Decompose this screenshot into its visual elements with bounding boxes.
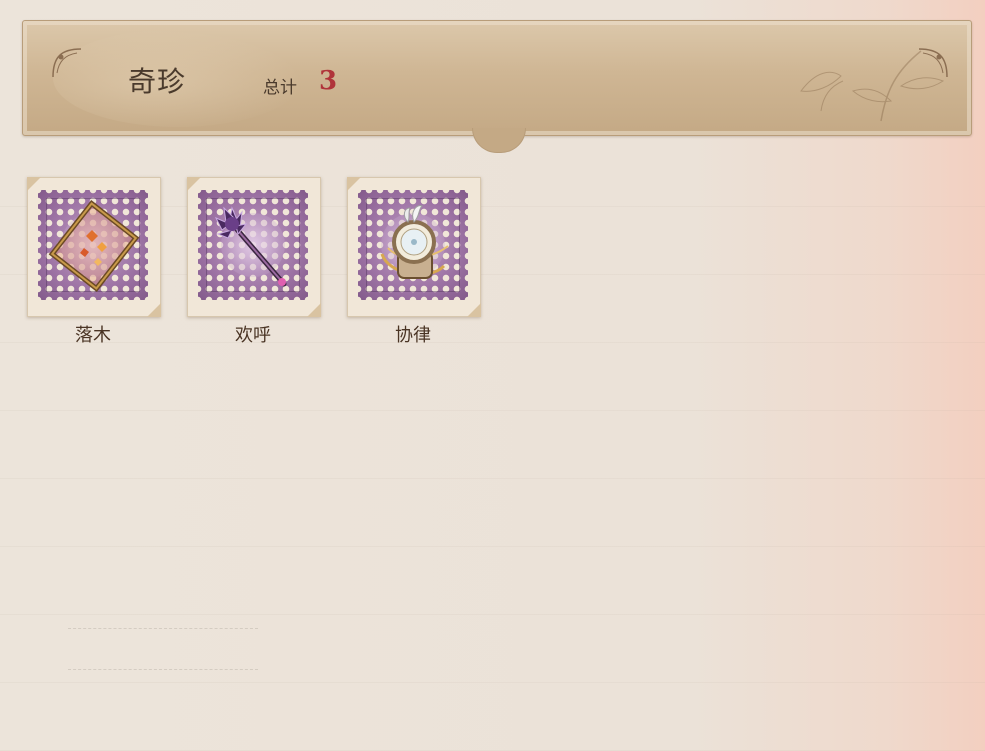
harmony-pocket-watch-icon (380, 205, 449, 279)
ornament-corner-icon (918, 48, 948, 78)
item-card[interactable]: 协律 (347, 177, 481, 347)
item-card[interactable]: 欢呼 (187, 177, 321, 347)
cheering-wand-icon (214, 206, 287, 287)
faint-ruler-decoration (68, 628, 258, 670)
stamp-frame (27, 177, 161, 317)
stamp-frame (187, 177, 321, 317)
stamp-frame (347, 177, 481, 317)
item-label: 欢呼 (235, 325, 271, 346)
total-label: 总计 (263, 78, 297, 98)
item-label: 协律 (395, 325, 431, 346)
falling-leaves-frame-icon (48, 200, 140, 292)
page-title: 奇珍 (128, 65, 187, 98)
total-count: 3 (319, 66, 338, 96)
ornament-corner-icon (52, 48, 82, 78)
item-card[interactable]: 落木 (27, 177, 161, 347)
item-label: 落木 (75, 325, 111, 346)
header-tab-notch (472, 128, 526, 153)
